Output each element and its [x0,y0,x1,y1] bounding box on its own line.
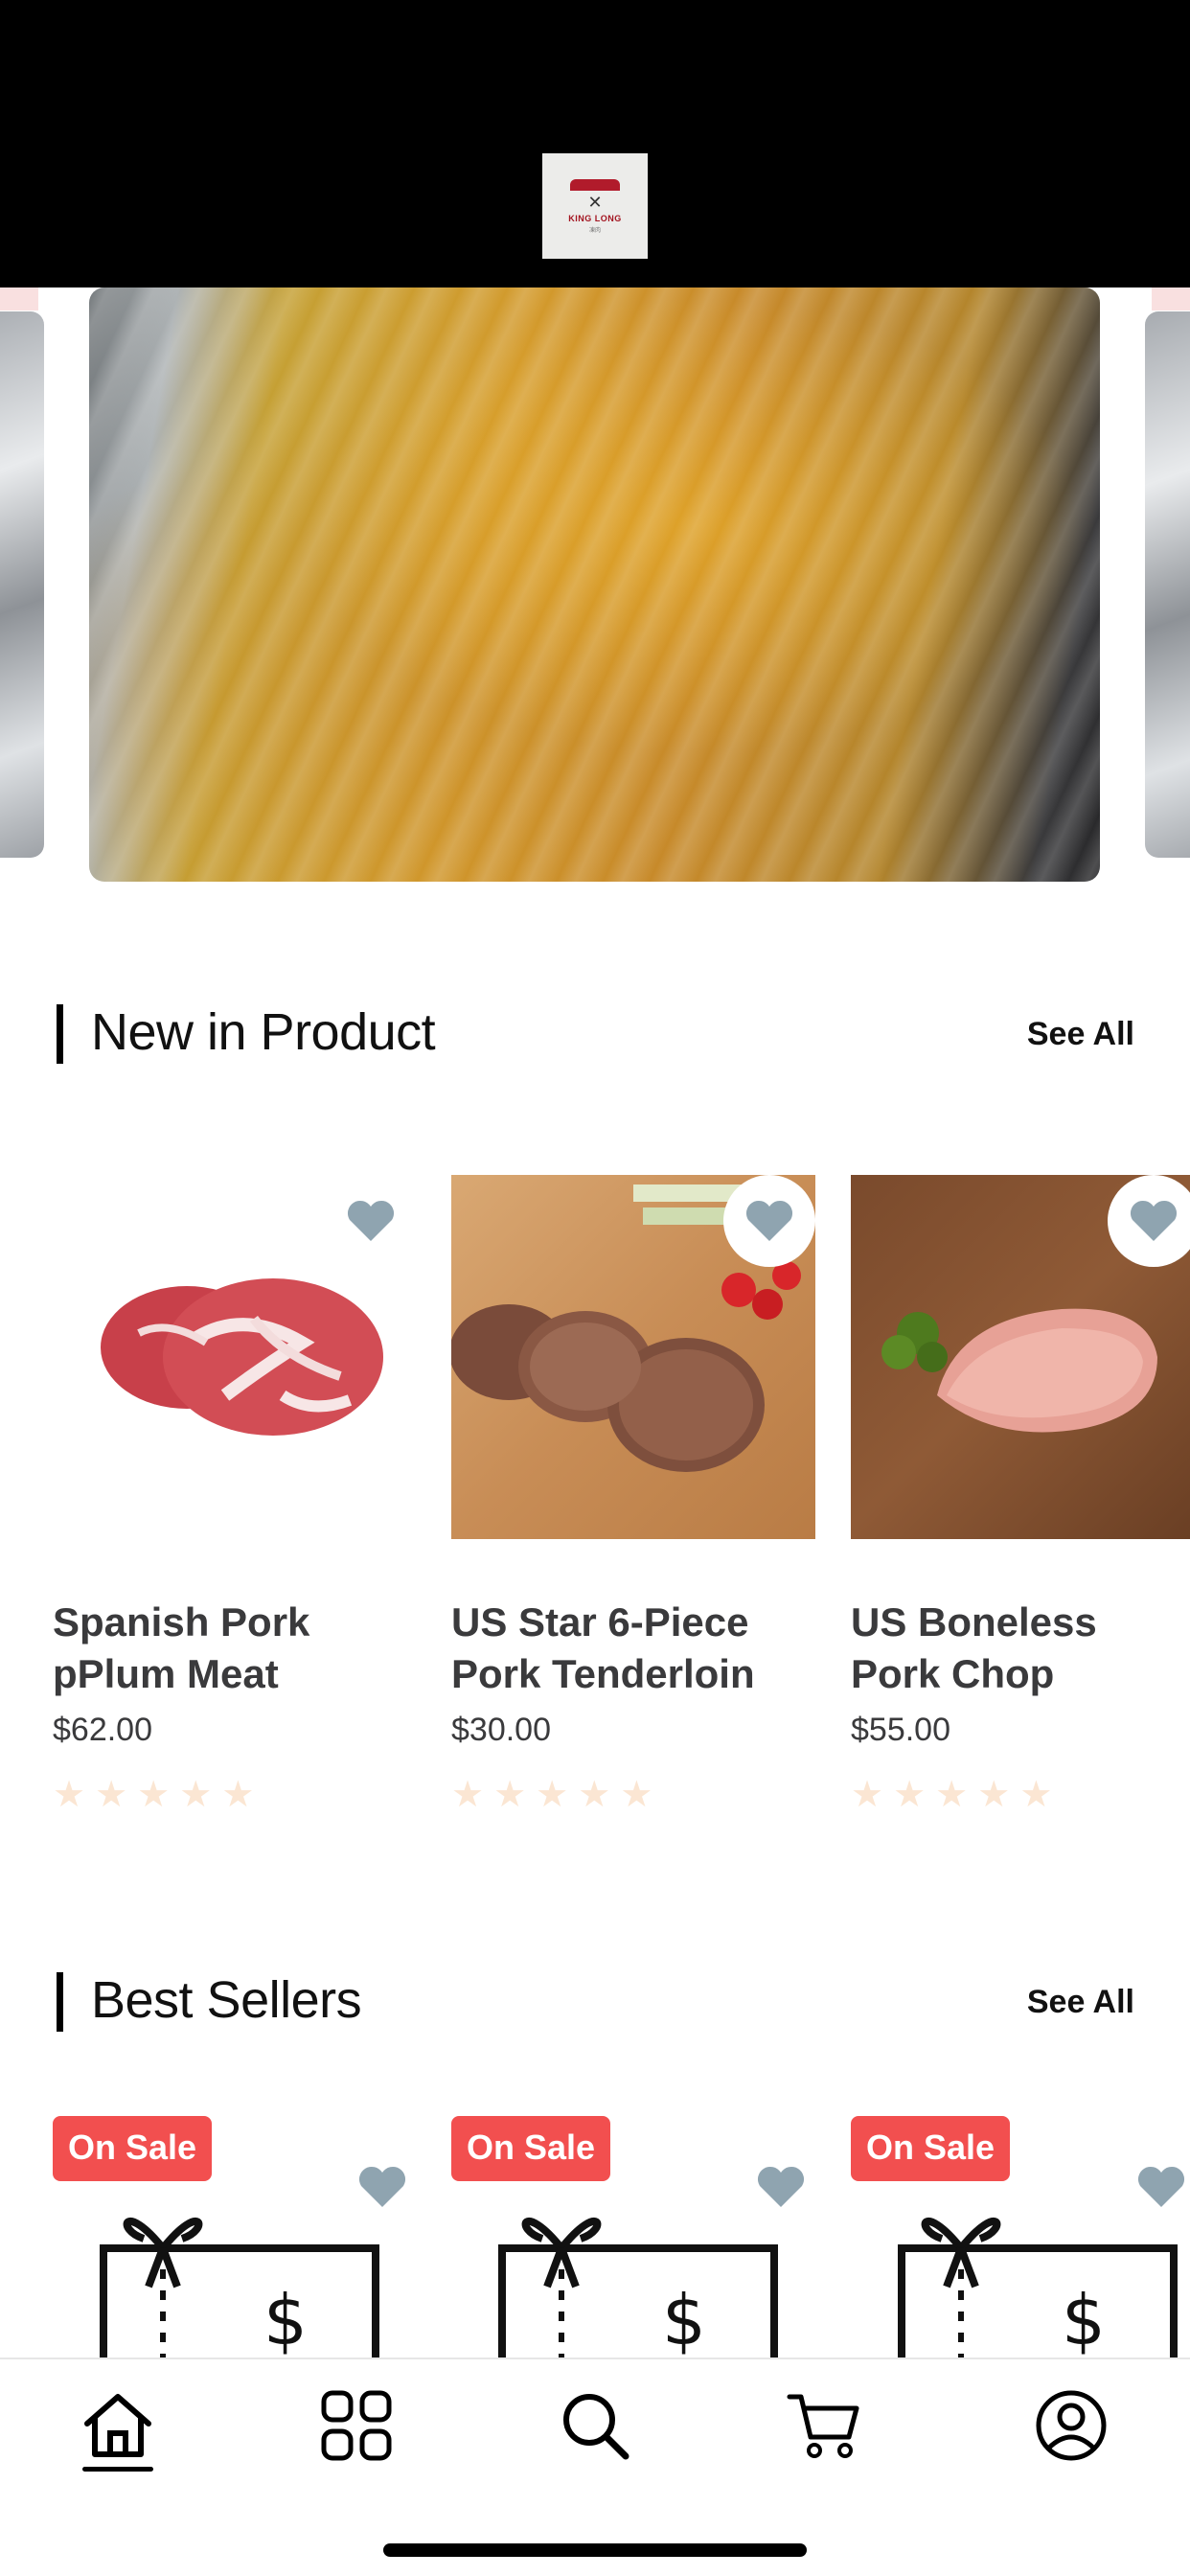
home-indicator-bar [383,2543,807,2557]
heart-icon [745,1200,793,1241]
star-icon: ★ [977,1773,1011,1812]
product-card[interactable]: US Star 6-Piece Pork Tenderloin $30.00 ★… [451,1175,815,1812]
grid-icon [321,2390,392,2461]
star-icon: ★ [1019,1773,1053,1812]
star-icon: ★ [451,1773,485,1815]
heart-icon [1137,2166,1185,2207]
favorite-button[interactable] [348,2152,417,2221]
heart-icon [757,2166,805,2207]
svg-text:$: $ [662,2280,706,2358]
product-name[interactable]: US Boneless Pork Chop [851,1597,1190,1700]
heart-icon [347,1200,395,1241]
product-name[interactable]: Spanish Pork pPlum Meat [53,1597,417,1700]
product-image[interactable] [53,1175,417,1539]
section-accent-bar [57,1972,63,2032]
star-rating: ★ ★ ★ ★ ★ [53,1776,417,1812]
logo-subtext: 凍肉 [588,227,601,234]
nav-home[interactable] [75,2382,161,2469]
product-price: $30.00 [451,1712,551,1748]
section-title: New in Product [91,1003,436,1061]
product-card[interactable]: US Boneless Pork Chop $55.00 ★ ★ ★ ★ ★ [851,1175,1190,1812]
product-image[interactable] [451,1175,815,1539]
star-rating: ★ ★ ★ ★ ★ [451,1776,815,1812]
star-icon: ★ [536,1773,569,1815]
logo-text: KING LONG [568,213,622,223]
banner-carousel[interactable] [0,288,1190,882]
carousel-slide-current[interactable] [89,288,1100,882]
star-icon: ★ [893,1773,927,1812]
on-sale-badge: On Sale [53,2116,213,2181]
heart-icon [358,2166,406,2207]
product-card[interactable]: Spanish Pork pPlum Meat $62.00 ★ ★ ★ ★ ★ [53,1175,417,1812]
active-tab-indicator [82,2467,153,2472]
star-icon: ★ [53,1773,86,1815]
product-price: $62.00 [53,1712,152,1748]
slide-image-gloss [89,288,1100,882]
nav-search[interactable] [552,2382,638,2469]
star-icon: ★ [137,1773,171,1815]
best-seller-card[interactable]: $ On Sale [851,2116,1190,2358]
best-seller-card[interactable]: $ On Sale [53,2116,417,2358]
star-icon: ★ [578,1773,611,1815]
top-bar: ✕ KING LONG 凍肉 [0,0,1190,288]
on-sale-badge: On Sale [451,2116,611,2181]
favorite-button[interactable] [723,1175,815,1267]
star-icon: ★ [95,1773,128,1815]
heart-icon [1130,1200,1178,1241]
gift-voucher-icon: $ [100,2218,379,2358]
carousel-tint-left [0,288,38,310]
favorite-button[interactable] [1127,2152,1190,2221]
carousel-slide-prev[interactable] [0,311,44,858]
best-sellers-header: Best Sellers See All [57,1965,1134,2032]
home-icon [84,2394,151,2457]
logo-banner [570,178,620,191]
section-title: Best Sellers [91,1971,362,2029]
cart-icon [787,2394,859,2458]
nav-profile[interactable] [1028,2382,1114,2469]
product-price: $55.00 [851,1712,950,1748]
carousel-slide-next[interactable] [1145,311,1190,858]
star-icon: ★ [620,1773,653,1815]
star-rating: ★ ★ ★ ★ ★ [851,1776,1190,1812]
gift-voucher-icon: $ [498,2218,778,2358]
star-icon: ★ [493,1773,527,1815]
see-all-best-sellers-link[interactable]: See All [1027,1984,1134,2021]
star-icon: ★ [851,1773,884,1812]
star-icon: ★ [179,1773,213,1815]
carousel-tint-right [1152,288,1190,310]
store-logo[interactable]: ✕ KING LONG 凍肉 [542,153,648,259]
bottom-navigation-bar [0,2358,1190,2576]
on-sale-badge: On Sale [851,2116,1011,2181]
section-accent-bar [57,1004,63,1064]
nav-categories[interactable] [313,2382,400,2469]
svg-text:$: $ [1062,2280,1106,2358]
profile-icon [1036,2390,1107,2461]
best-seller-card[interactable]: $ On Sale [451,2116,815,2358]
favorite-button[interactable] [1108,1175,1190,1267]
nav-cart[interactable] [781,2382,867,2469]
crossed-knives-icon: ✕ [587,192,603,213]
search-icon [563,2394,629,2460]
star-icon: ★ [935,1773,969,1812]
svg-text:$: $ [263,2280,308,2358]
favorite-button[interactable] [325,1175,417,1267]
favorite-button[interactable] [746,2152,815,2221]
gift-voucher-icon: $ [898,2218,1178,2358]
product-name[interactable]: US Star 6-Piece Pork Tenderloin [451,1597,815,1700]
see-all-new-products-link[interactable]: See All [1027,1016,1134,1053]
new-products-header: New in Product See All [57,997,1134,1064]
star-icon: ★ [221,1773,255,1815]
product-image[interactable] [851,1175,1190,1539]
